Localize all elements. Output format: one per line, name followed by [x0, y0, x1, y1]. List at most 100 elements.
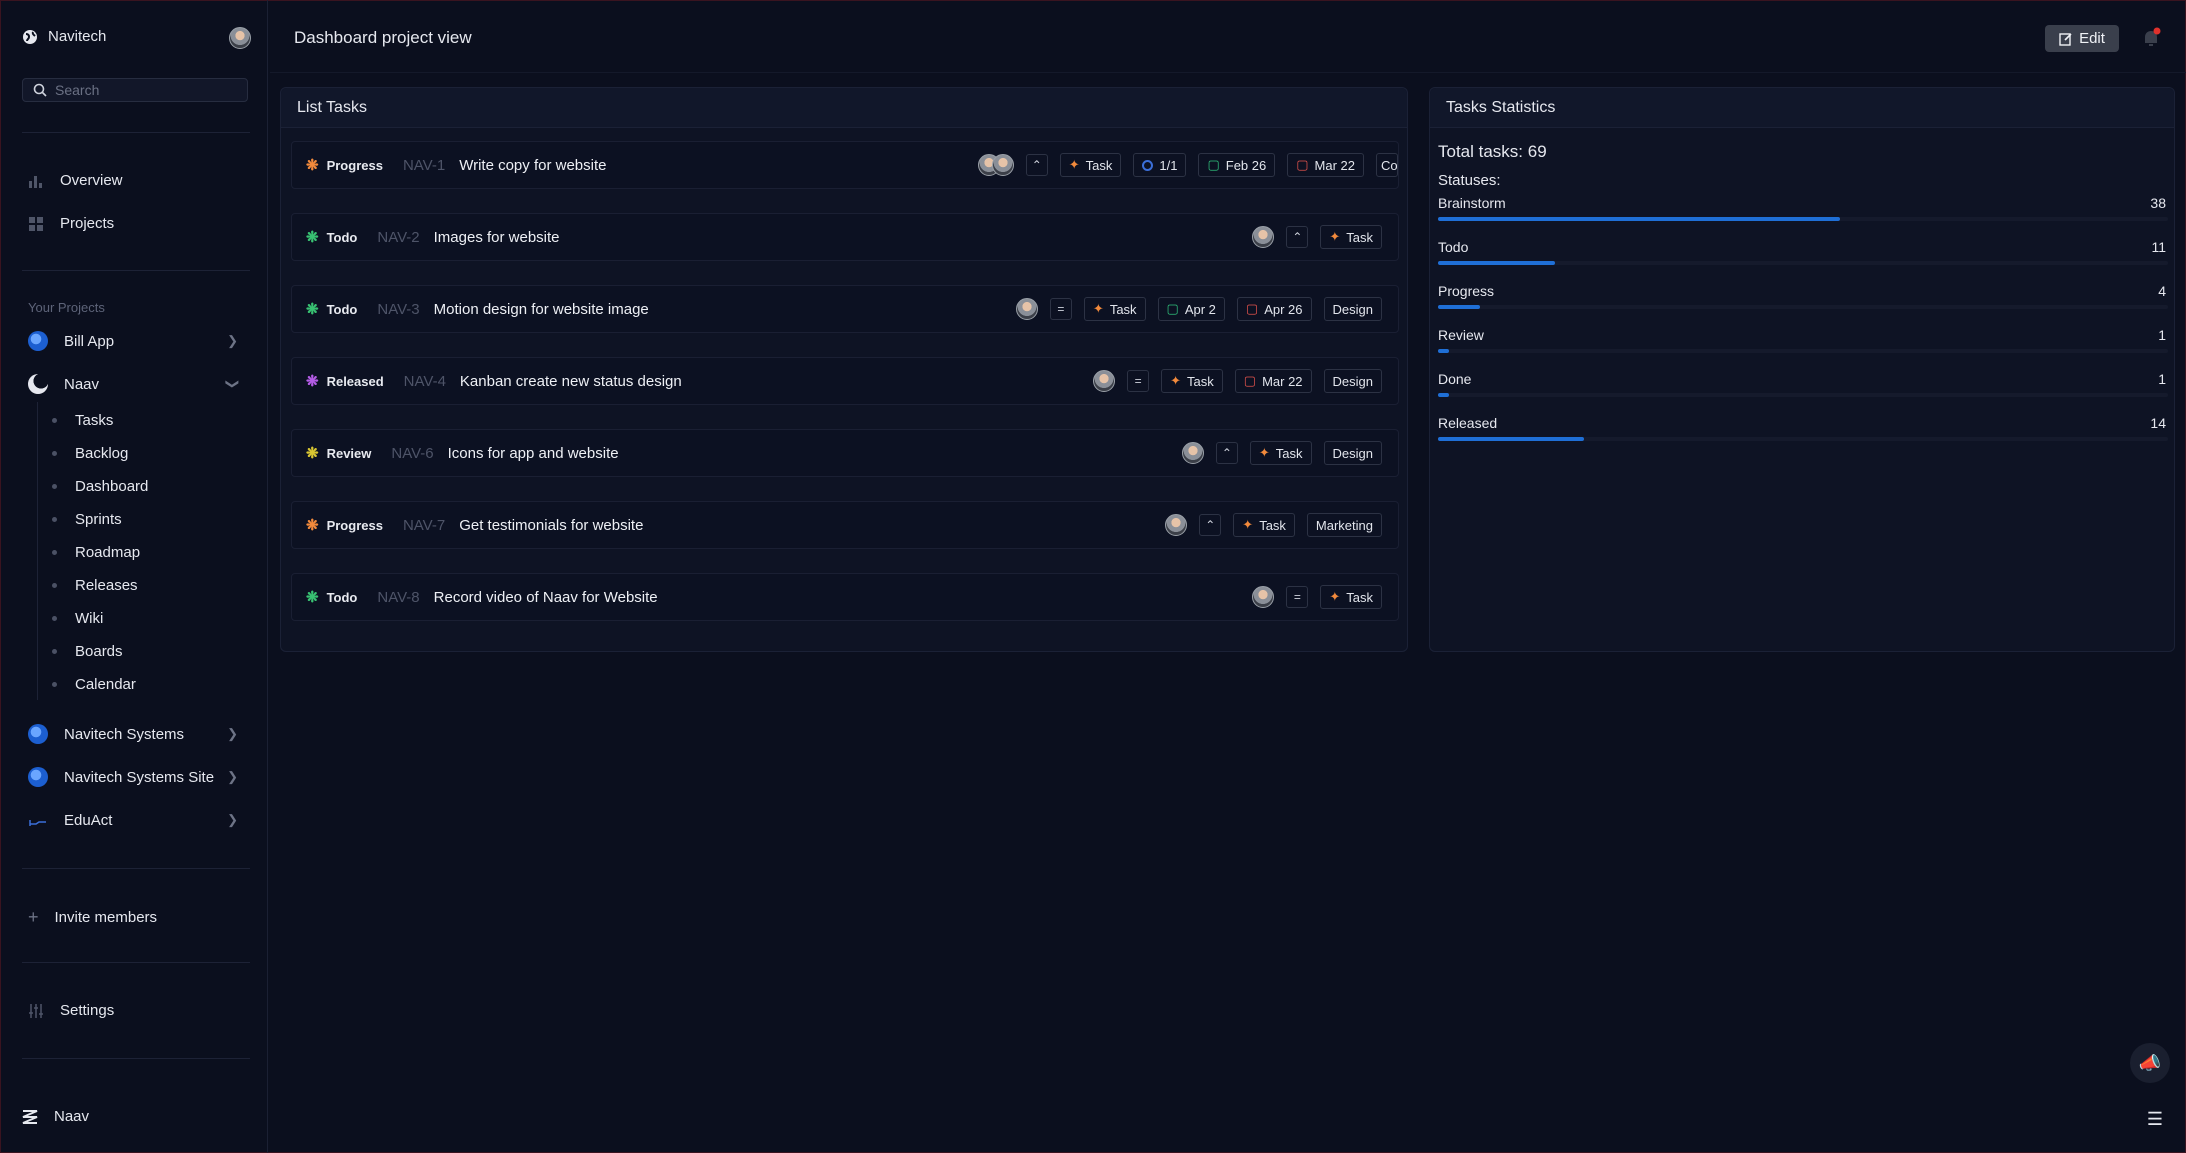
subnav-wiki[interactable]: Wiki	[52, 610, 103, 627]
label-chip-label: Design	[1332, 301, 1373, 317]
sprint-chip[interactable]: 1/1	[1133, 153, 1187, 177]
bullet-icon	[52, 451, 57, 456]
edit-button[interactable]: Edit	[2045, 25, 2119, 52]
task-row[interactable]: ❋ Progress NAV-1 Write copy for website ⌃…	[291, 141, 1399, 189]
project-label: Bill App	[64, 332, 115, 350]
project-naav[interactable]: Naav ❯	[28, 374, 241, 394]
subnav-boards[interactable]: Boards	[52, 643, 123, 660]
calendar-icon: ▢	[1243, 373, 1257, 388]
start-date-chip[interactable]: ▢ Feb 26	[1198, 153, 1276, 177]
subnav-roadmap[interactable]: Roadmap	[52, 544, 140, 561]
bullet-icon	[52, 616, 57, 621]
stats-title: Tasks Statistics	[1430, 88, 2174, 128]
task-type-chip[interactable]: ✦ Task	[1059, 153, 1122, 177]
nav-overview[interactable]: Overview	[28, 172, 123, 189]
menu-button[interactable]: ☰	[2144, 1108, 2166, 1130]
label-chip[interactable]: Design	[1323, 297, 1382, 321]
priority-high-icon[interactable]: ⌃	[1286, 226, 1309, 248]
avatar[interactable]	[1252, 586, 1275, 608]
stat-track	[1438, 217, 2168, 221]
due-date-chip[interactable]: ▢ Apr 26	[1236, 297, 1312, 321]
status-badge: ❋ Todo	[306, 590, 357, 605]
label-chip[interactable]: Design	[1323, 369, 1382, 393]
status-badge: ❋ Progress	[306, 158, 383, 173]
project-eduact[interactable]: EduAct ❯	[28, 810, 238, 830]
lightning-icon: ✦	[1258, 445, 1270, 460]
task-type-chip[interactable]: ✦ Task	[1083, 297, 1146, 321]
avatar[interactable]	[1015, 298, 1038, 320]
search-input[interactable]	[55, 82, 235, 98]
globe-icon	[23, 29, 37, 44]
stat-track	[1438, 437, 2168, 441]
avatar[interactable]	[1252, 226, 1275, 248]
statuses-label: Statuses:	[1438, 172, 1501, 189]
search-box[interactable]	[22, 78, 248, 102]
status-todo-icon: ❋	[306, 228, 319, 246]
search-icon	[33, 83, 47, 97]
priority-urgent-icon[interactable]: ⌃	[1025, 154, 1048, 176]
status-progress-icon: ❋	[306, 516, 319, 534]
nav-projects[interactable]: Projects	[28, 215, 114, 232]
task-row[interactable]: ❋ Progress NAV-7 Get testimonials for web…	[291, 501, 1399, 549]
workspace-switcher[interactable]: Navitech	[22, 28, 106, 45]
project-bill-app[interactable]: Bill App ❯	[28, 331, 238, 351]
due-date-chip[interactable]: ▢ Mar 22	[1234, 369, 1312, 393]
notification-bell[interactable]	[2140, 27, 2162, 49]
task-type-chip[interactable]: ✦ Task	[1320, 585, 1382, 609]
label-chip[interactable]: Co	[1376, 153, 1398, 177]
stat-track	[1438, 349, 2168, 353]
task-row[interactable]: ❋ Todo NAV-8 Record video of Naav for Web…	[291, 573, 1399, 621]
subnav-releases[interactable]: Releases	[52, 577, 138, 594]
announcements-button[interactable]: 📣	[2130, 1043, 2170, 1083]
divider	[22, 270, 250, 271]
task-id: NAV-6	[391, 444, 434, 462]
avatar[interactable]	[1181, 442, 1204, 464]
chevron-right-icon[interactable]: ❯	[227, 726, 238, 742]
avatar[interactable]	[1165, 514, 1188, 536]
priority-medium-icon[interactable]: =	[1286, 586, 1309, 608]
stat-name: Released	[1438, 415, 1498, 431]
task-type-chip[interactable]: ✦ Task	[1249, 441, 1312, 465]
stat-review: Review 1	[1438, 327, 2168, 371]
chevron-down-icon[interactable]: ❯	[225, 379, 241, 390]
subnav-tasks[interactable]: Tasks	[52, 412, 113, 429]
subnav-sprints[interactable]: Sprints	[52, 511, 122, 528]
label-chip[interactable]: Marketing	[1306, 513, 1382, 537]
chevron-right-icon[interactable]: ❯	[227, 812, 238, 828]
due-date-chip[interactable]: ▢ Mar 22	[1287, 153, 1364, 177]
stat-released: Released 14	[1438, 415, 2168, 459]
task-type-chip[interactable]: ✦ Task	[1161, 369, 1223, 393]
task-row[interactable]: ❋ Released NAV-4 Kanban create new status…	[291, 357, 1399, 405]
priority-high-icon[interactable]: ⌃	[1199, 514, 1222, 536]
priority-high-icon[interactable]: ⌃	[1215, 442, 1238, 464]
start-date-chip[interactable]: ▢ Apr 2	[1157, 297, 1225, 321]
sliders-icon	[29, 1003, 43, 1018]
hamburger-icon: ☰	[2146, 1108, 2164, 1129]
stat-bar	[1438, 437, 1584, 441]
invite-members-button[interactable]: + Invite members	[28, 907, 157, 928]
assignees[interactable]	[977, 154, 1014, 176]
task-type-chip[interactable]: ✦ Task	[1320, 225, 1382, 249]
priority-medium-icon[interactable]: =	[1127, 370, 1150, 392]
user-avatar[interactable]	[229, 27, 251, 49]
project-navitech-systems-site[interactable]: Navitech Systems Site ❯	[28, 767, 238, 787]
subnav-calendar[interactable]: Calendar	[52, 676, 136, 693]
chevron-right-icon[interactable]: ❯	[227, 333, 238, 349]
priority-medium-icon[interactable]: =	[1049, 298, 1072, 320]
task-row[interactable]: ❋ Todo NAV-3 Motion design for website im…	[291, 285, 1399, 333]
stat-count: 1	[2158, 371, 2166, 387]
app-brand: Naav	[22, 1108, 89, 1125]
settings-button[interactable]: Settings	[28, 1002, 114, 1019]
subnav-backlog[interactable]: Backlog	[52, 445, 128, 462]
task-type-chip[interactable]: ✦ Task	[1233, 513, 1295, 537]
task-row[interactable]: ❋ Review NAV-6 Icons for app and website …	[291, 429, 1399, 477]
project-label: EduAct	[64, 811, 113, 829]
avatar[interactable]	[1093, 370, 1116, 392]
chevron-right-icon[interactable]: ❯	[227, 769, 238, 785]
subnav-label: Tasks	[75, 412, 114, 429]
task-id: NAV-2	[377, 228, 420, 246]
label-chip[interactable]: Design	[1323, 441, 1382, 465]
subnav-dashboard[interactable]: Dashboard	[52, 478, 148, 495]
project-navitech-systems[interactable]: Navitech Systems ❯	[28, 724, 238, 744]
task-row[interactable]: ❋ Todo NAV-2 Images for website ⌃ ✦ Task	[291, 213, 1399, 261]
